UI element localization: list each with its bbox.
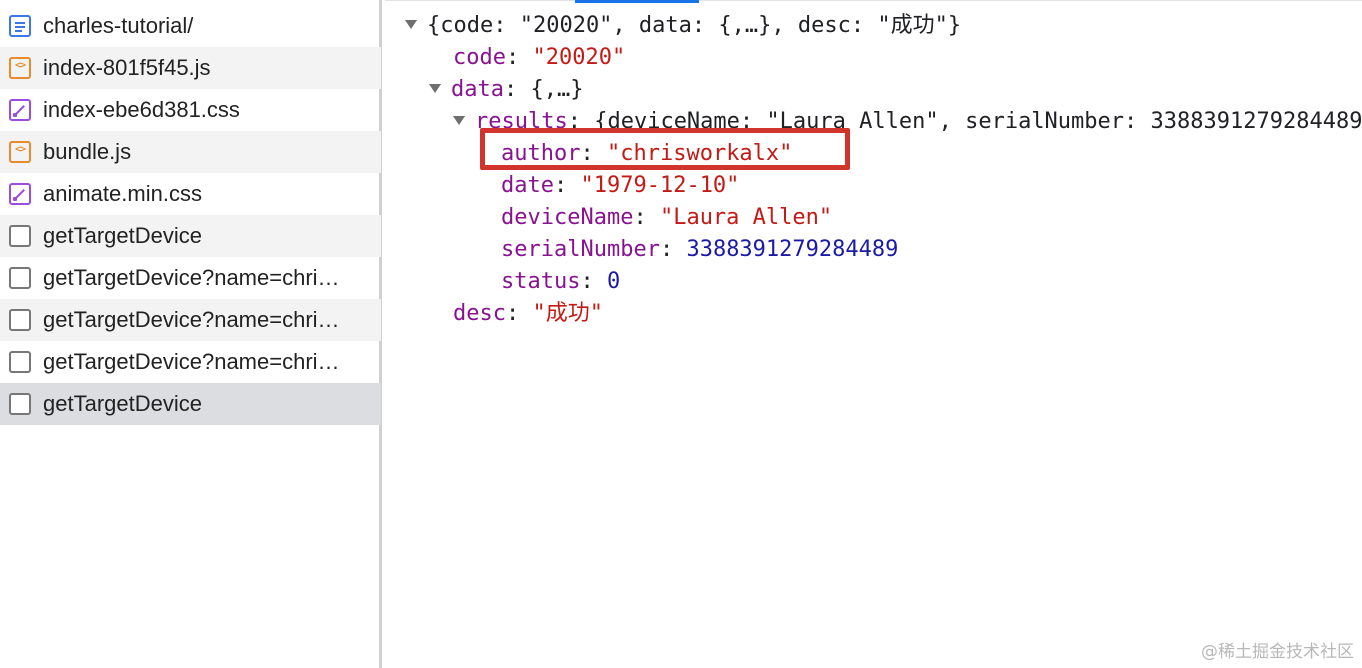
json-value-devicename: "Laura Allen"	[659, 205, 833, 230]
script-icon: <>	[9, 57, 31, 79]
json-key-data: data	[451, 77, 504, 102]
request-row[interactable]: getTargetDevice?name=chri…	[0, 341, 381, 383]
fetch-icon	[9, 267, 31, 289]
request-row[interactable]: getTargetDevice?name=chri…	[0, 257, 381, 299]
document-icon	[9, 15, 31, 37]
fetch-icon	[9, 351, 31, 373]
json-value-desc: "成功"	[532, 301, 603, 326]
request-row[interactable]: getTargetDevice	[0, 383, 381, 425]
json-status-line: status: 0	[501, 269, 621, 294]
request-name: getTargetDevice?name=chri…	[43, 349, 340, 374]
json-serialnumber-line: serialNumber: 3388391279284489	[501, 237, 899, 262]
request-name: getTargetDevice?name=chri…	[43, 307, 340, 332]
json-key-status: status	[501, 269, 581, 294]
json-value-serialnumber: 3388391279284489	[686, 237, 899, 262]
json-date-line: date: "1979-12-10"	[501, 173, 740, 198]
request-row[interactable]: getTargetDevice?name=chri…	[0, 299, 381, 341]
json-desc-line: desc: "成功"	[453, 301, 603, 326]
fetch-icon	[9, 225, 31, 247]
json-data-summary: {,…}	[530, 77, 584, 102]
json-key-code: code	[453, 45, 506, 70]
stylesheet-icon	[9, 183, 31, 205]
request-row[interactable]: charles-tutorial/	[0, 5, 381, 47]
json-value-code: "20020"	[532, 45, 626, 70]
panel-top-border	[385, 0, 1362, 1]
json-key-serialnumber: serialNumber	[501, 237, 660, 262]
json-key-desc: desc	[453, 301, 506, 326]
json-key-date: date	[501, 173, 554, 198]
script-icon: <>	[9, 141, 31, 163]
response-preview-panel: {code: "20020", data: {,…}, desc: "成功"} …	[385, 0, 1362, 668]
expand-triangle-icon[interactable]	[429, 83, 441, 93]
request-row[interactable]: animate.min.css	[0, 173, 381, 215]
request-row[interactable]: <> index-801f5f45.js	[0, 47, 381, 89]
json-data-line[interactable]: data: {,…}	[429, 74, 583, 106]
request-row[interactable]: getTargetDevice	[0, 215, 381, 257]
fetch-icon	[9, 393, 31, 415]
json-key-devicename: deviceName	[501, 205, 634, 230]
request-name: bundle.js	[43, 139, 132, 164]
expand-triangle-icon[interactable]	[453, 115, 465, 125]
request-name: index-ebe6d381.css	[43, 97, 240, 122]
request-name: animate.min.css	[43, 181, 202, 206]
fetch-icon	[9, 309, 31, 331]
json-devicename-line: deviceName: "Laura Allen"	[501, 205, 833, 230]
json-root-line[interactable]: {code: "20020", data: {,…}, desc: "成功"}	[405, 10, 961, 42]
author-highlight-box	[480, 128, 850, 170]
expand-triangle-icon[interactable]	[405, 19, 417, 29]
request-row[interactable]: <> bundle.js	[0, 131, 381, 173]
request-row[interactable]: index-ebe6d381.css	[0, 89, 381, 131]
json-value-status: 0	[606, 269, 621, 294]
stylesheet-icon	[9, 99, 31, 121]
request-name: charles-tutorial/	[43, 13, 194, 38]
watermark: @稀土掘金技术社区	[1201, 642, 1354, 662]
request-name: index-801f5f45.js	[43, 55, 211, 80]
request-name: getTargetDevice	[43, 223, 202, 248]
json-code-line: code: "20020"	[453, 45, 626, 70]
request-name: getTargetDevice?name=chri…	[43, 265, 340, 290]
request-name: getTargetDevice	[43, 391, 202, 416]
json-value-date: "1979-12-10"	[580, 173, 740, 198]
active-tab-indicator	[575, 0, 699, 3]
json-root-summary: {code: "20020", data: {,…}, desc: "成功"}	[427, 13, 962, 38]
request-list: charles-tutorial/ <> index-801f5f45.js inde…	[0, 0, 382, 668]
